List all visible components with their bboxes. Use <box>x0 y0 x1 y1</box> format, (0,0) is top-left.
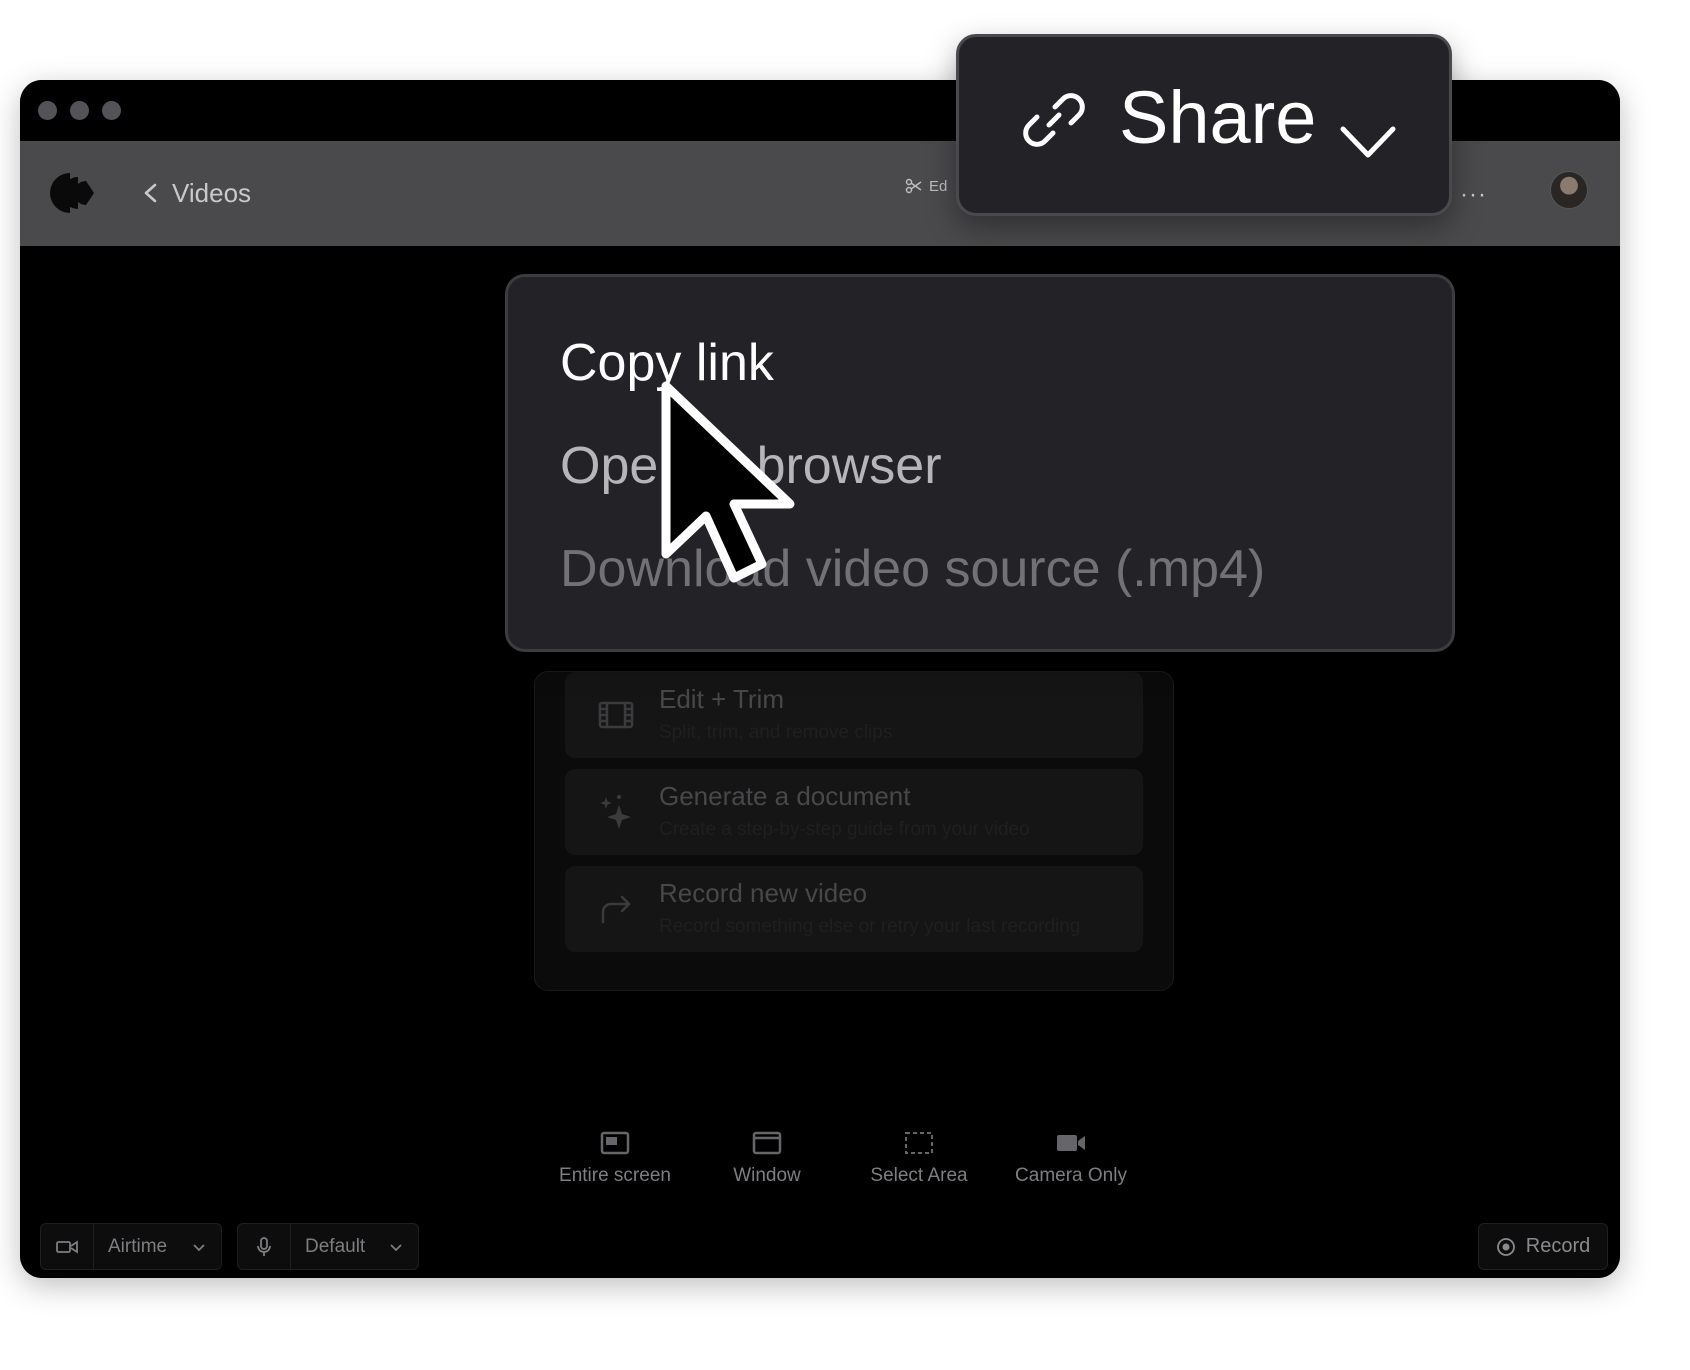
select-area-icon <box>905 1132 933 1154</box>
record-icon <box>1496 1237 1515 1256</box>
action-record-new-video[interactable]: Record new video Record something else o… <box>565 866 1143 952</box>
share-button[interactable]: Share <box>956 34 1452 216</box>
action-subtitle: Create a step-by-step guide from your vi… <box>659 819 1030 840</box>
edit-button[interactable]: Ed <box>905 177 947 195</box>
film-icon <box>598 701 634 729</box>
app-logo-icon <box>50 173 94 213</box>
minimize-window-dot[interactable] <box>70 101 89 120</box>
camera-select[interactable]: Airtime <box>40 1223 222 1270</box>
action-title: Record new video <box>659 878 868 908</box>
share-menu: Copy link Open in browser Download video… <box>505 274 1455 652</box>
sparkle-icon <box>600 795 631 829</box>
mode-label: Camera Only <box>1015 1165 1127 1186</box>
mode-select-area[interactable]: Select Area <box>844 1131 994 1187</box>
record-button-label: Record <box>1525 1235 1591 1257</box>
mode-label: Select Area <box>870 1165 968 1186</box>
redo-arrow-icon <box>601 895 631 924</box>
camera-icon <box>1057 1135 1085 1151</box>
mouse-cursor-icon <box>661 381 795 583</box>
mode-camera-only[interactable]: Camera Only <box>996 1131 1146 1187</box>
mode-label: Entire screen <box>559 1165 671 1186</box>
action-title: Generate a document <box>659 781 911 811</box>
action-title: Edit + Trim <box>659 684 784 714</box>
more-options-icon[interactable]: ··· <box>1460 181 1487 209</box>
app-window: Videos Ed ··· Edit + Trim Split, trim, a… <box>20 80 1620 1278</box>
chevron-down-icon <box>193 1243 205 1251</box>
microphone-select[interactable]: Default <box>237 1223 419 1270</box>
capture-mode-bar: Entire screen Window Select Area Camera … <box>20 1131 1620 1211</box>
action-subtitle: Record something else or retry your last… <box>659 916 1081 937</box>
microphone-icon <box>238 1224 291 1269</box>
avatar[interactable] <box>1550 171 1588 209</box>
chevron-left-icon <box>144 183 157 203</box>
post-recording-actions-panel: Edit + Trim Split, trim, and remove clip… <box>534 671 1174 991</box>
mode-label: Window <box>733 1165 801 1186</box>
share-button-label: Share <box>1119 76 1317 159</box>
edit-button-label: Ed <box>929 177 948 195</box>
action-subtitle: Split, trim, and remove clips <box>659 722 893 743</box>
action-edit-trim[interactable]: Edit + Trim Split, trim, and remove clip… <box>565 672 1143 758</box>
window-icon <box>752 1131 782 1155</box>
back-to-videos-link[interactable]: Videos <box>140 169 251 217</box>
record-button[interactable]: Record <box>1478 1223 1608 1270</box>
back-link-label: Videos <box>172 177 252 208</box>
microphone-select-value: Default <box>305 1235 366 1257</box>
chevron-down-icon <box>1340 126 1396 158</box>
link-icon <box>1023 93 1085 147</box>
action-generate-document[interactable]: Generate a document Create a step-by-ste… <box>565 769 1143 855</box>
scissors-icon <box>905 178 922 194</box>
chevron-down-icon <box>390 1243 402 1251</box>
mode-entire-screen[interactable]: Entire screen <box>540 1131 690 1187</box>
camera-select-value: Airtime <box>108 1235 168 1257</box>
screen-icon <box>600 1131 630 1155</box>
bottom-bar: Airtime Default Record <box>20 1223 1620 1278</box>
mode-window[interactable]: Window <box>692 1131 842 1187</box>
zoom-window-dot[interactable] <box>102 101 121 120</box>
video-camera-icon <box>41 1224 94 1269</box>
close-window-dot[interactable] <box>38 101 57 120</box>
